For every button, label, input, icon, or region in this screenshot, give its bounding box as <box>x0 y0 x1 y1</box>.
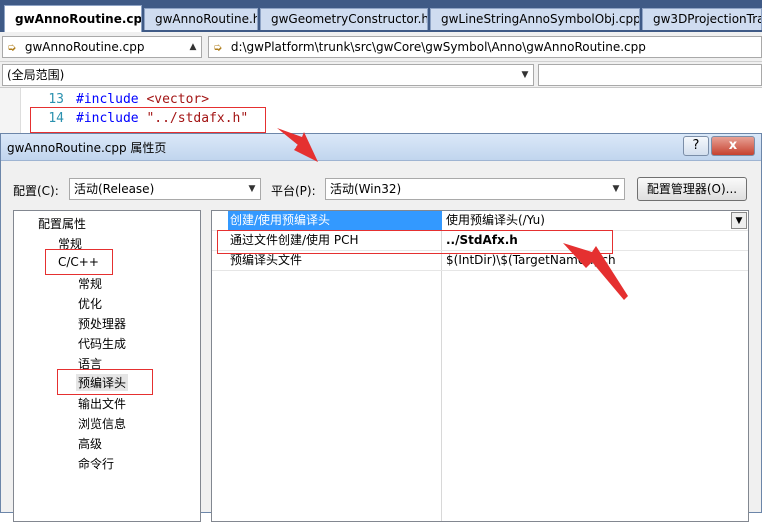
annotation-arrow-pch <box>563 243 628 300</box>
annotation-arrows <box>277 128 628 300</box>
annotation-arrow-include <box>277 128 318 162</box>
